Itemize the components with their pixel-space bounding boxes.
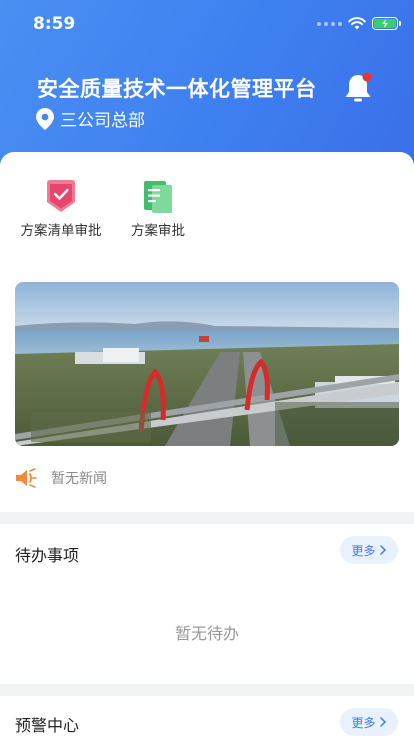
bell-icon [345, 72, 372, 102]
todo-section: 待办事项 更多 暂无待办 [0, 524, 414, 684]
location-selector[interactable]: 三公司总部 [36, 106, 145, 131]
status-bar: 8:59 [0, 0, 414, 48]
main-card: 方案清单审批 方案审批 暂无新闻 [0, 152, 414, 512]
warning-more-button[interactable]: 更多 [340, 708, 398, 736]
quick-action-label: 方案清单审批 [20, 223, 102, 239]
status-icons [317, 17, 401, 30]
more-label: 更多 [351, 715, 376, 730]
news-text: 暂无新闻 [51, 471, 107, 487]
quick-action-plan-approval[interactable]: 方案审批 [113, 180, 203, 238]
notification-dot [362, 72, 372, 82]
quick-action-plan-list-approval[interactable]: 方案清单审批 [16, 180, 106, 238]
location-label: 三公司总部 [60, 111, 145, 131]
warning-title: 预警中心 [15, 716, 80, 735]
more-label: 更多 [351, 543, 376, 558]
app-title: 安全质量技术一体化管理平台 [37, 77, 317, 101]
quick-action-label: 方案审批 [131, 223, 185, 239]
battery-icon [372, 17, 401, 30]
location-pin-icon [36, 107, 54, 130]
document-approval-icon [144, 181, 172, 213]
todo-title: 待办事项 [15, 546, 80, 565]
warning-section: 预警中心 更多 [0, 696, 414, 736]
bridge-photo [15, 282, 399, 446]
cellular-signal-icon [317, 21, 342, 26]
wifi-icon [348, 17, 366, 30]
banner-image[interactable] [15, 282, 399, 446]
checklist-approval-icon [47, 180, 75, 212]
chevron-right-icon [379, 717, 386, 727]
chevron-right-icon [379, 545, 386, 555]
todo-empty-text: 暂无待办 [174, 624, 239, 643]
news-ticker[interactable]: 暂无新闻 [15, 468, 107, 488]
todo-more-button[interactable]: 更多 [340, 536, 398, 564]
status-time: 8:59 [33, 14, 76, 34]
notification-bell-button[interactable] [340, 70, 376, 106]
speaker-icon [16, 468, 37, 488]
